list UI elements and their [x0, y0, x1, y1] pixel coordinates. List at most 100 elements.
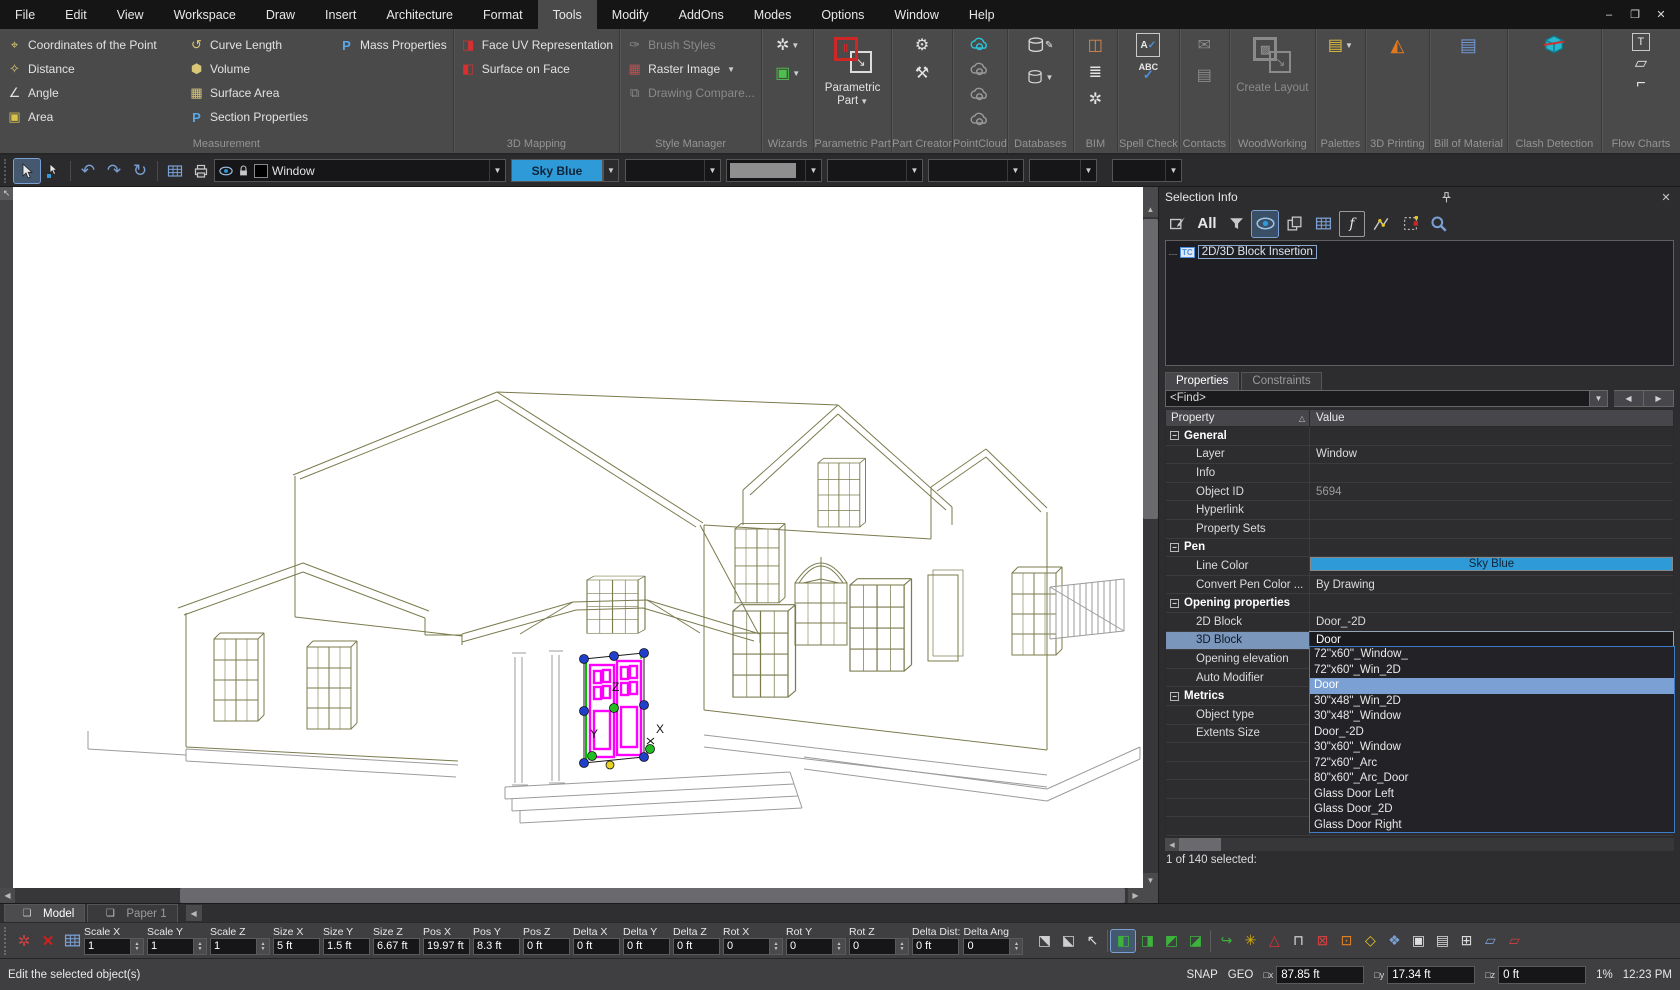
copy-selection-button[interactable] — [1281, 211, 1307, 237]
dropdown-option[interactable]: 30"x48"_Window — [1310, 709, 1674, 725]
coordinate-input[interactable]: 1.5 ft — [323, 938, 370, 955]
ribbon-item[interactable]: PMass Properties — [338, 33, 447, 57]
panel-horizontal-scrollbar[interactable]: ◀ — [1165, 838, 1674, 851]
property-grid-header[interactable]: Property△ Value — [1165, 409, 1674, 427]
selector-grid-button[interactable] — [162, 159, 188, 183]
3d-printing-button[interactable]: ◭ — [1384, 33, 1410, 57]
dropdown-arrow-icon[interactable]: ▼ — [603, 159, 619, 182]
spell-check-button[interactable]: A✓ — [1136, 33, 1160, 57]
panel-scroll-thumb[interactable] — [1179, 838, 1221, 851]
menu-item[interactable]: File — [0, 0, 50, 29]
menu-item[interactable]: Options — [806, 0, 879, 29]
ribbon-item[interactable]: ✧Distance — [6, 57, 178, 81]
sheet-tab[interactable]: ❏Paper 1 — [87, 904, 177, 922]
delete-selection-icon[interactable]: ✕ — [36, 928, 60, 954]
dropdown-option[interactable]: Glass Door_2D — [1310, 802, 1674, 818]
dropdown-arrow-icon[interactable]: ▼ — [1165, 160, 1181, 181]
redo-all-button[interactable]: ↻ — [127, 159, 153, 183]
coordinate-input[interactable]: 5 ft — [273, 938, 320, 955]
dropdown-option[interactable]: 80"x60"_Arc_Door — [1310, 771, 1674, 787]
part-creator-tools-button[interactable]: ⚒ — [909, 61, 935, 85]
edit-entity-button[interactable] — [1165, 211, 1191, 237]
coord-tool-icon[interactable]: ⊠ — [1310, 930, 1334, 952]
tree-item[interactable]: ...... TC 2D/3D Block Insertion — [1168, 245, 1671, 259]
menu-item[interactable]: Modes — [739, 0, 807, 29]
style-combo[interactable]: ▼ — [928, 159, 1024, 182]
canvas-horizontal-scrollbar[interactable]: ◀ ▶ — [0, 888, 1143, 903]
geo-toggle[interactable]: GEO — [1228, 969, 1254, 981]
coordinate-input[interactable]: 0 ft — [912, 938, 959, 955]
dropdown-option[interactable]: 30"x60"_Window — [1310, 740, 1674, 756]
scroll-left-icon[interactable]: ◀ — [1165, 838, 1179, 851]
block-dropdown-list[interactable]: 72''x60''_Window_72"x60"_Win_2DDoor30"x4… — [1309, 646, 1675, 833]
property-row[interactable]: −Pen — [1166, 539, 1673, 558]
coord-tool-icon[interactable]: ⊞ — [1454, 930, 1478, 952]
bill-of-material-button[interactable]: ▤ — [1455, 33, 1481, 57]
coord-tool-icon[interactable]: ↪ — [1214, 930, 1238, 952]
undo-button[interactable]: ↶ — [75, 159, 101, 183]
pin-icon[interactable] — [1440, 191, 1456, 204]
palettes-button[interactable]: ▤▼ — [1327, 33, 1353, 57]
find-prev-icon[interactable]: ◀ — [1614, 390, 1644, 407]
dropdown-option[interactable]: Glass Door Left — [1310, 787, 1674, 803]
dropdown-arrow-icon[interactable]: ▼ — [704, 160, 720, 181]
select-all-button[interactable]: All — [1194, 211, 1220, 237]
database-select-button[interactable]: ▼ — [1027, 65, 1053, 89]
coordinate-input[interactable]: 8.3 ft — [473, 938, 520, 955]
snap-toggle[interactable]: SNAP — [1186, 969, 1217, 981]
coord-tool-icon[interactable]: ◨ — [1135, 930, 1159, 952]
minimize-button[interactable]: – — [1598, 6, 1620, 24]
style-combo[interactable]: ▼ — [625, 159, 721, 182]
ribbon-item[interactable]: ⌖Coordinates of the Point — [6, 33, 178, 57]
coord-tool-icon[interactable] — [1210, 930, 1211, 952]
property-row[interactable]: −Opening properties — [1166, 594, 1673, 613]
selection-frame-button[interactable] — [1397, 211, 1423, 237]
ribbon-item[interactable]: ∠Angle — [6, 81, 178, 105]
property-row[interactable]: −General — [1166, 427, 1673, 446]
spinner-icons[interactable]: ▲▼ — [770, 938, 783, 955]
find-next-icon[interactable]: ▶ — [1644, 390, 1674, 407]
sheet-tab[interactable]: ❏Model — [4, 904, 85, 922]
tab-scroll-left-icon[interactable]: ◀ — [186, 905, 202, 921]
vertical-scroll-thumb[interactable] — [1143, 219, 1158, 519]
flow-connector-button[interactable]: ⌐ — [1628, 75, 1654, 93]
menu-item[interactable]: Insert — [310, 0, 371, 29]
coordinate-input[interactable]: 0 ft — [573, 938, 620, 955]
panel-tab[interactable]: Constraints — [1241, 372, 1321, 390]
coordinate-input[interactable]: 1 — [84, 938, 131, 955]
coord-tool-icon[interactable]: ↖ — [1080, 930, 1104, 952]
dropdown-arrow-icon[interactable]: ▼ — [1007, 160, 1023, 181]
scroll-left-icon[interactable]: ◀ — [0, 888, 15, 903]
modify-wand-icon[interactable]: ✲ — [12, 928, 36, 954]
coordinate-input[interactable]: 0 — [786, 938, 833, 955]
dropdown-arrow-icon[interactable]: ▼ — [1080, 160, 1096, 181]
property-row[interactable]: Info — [1166, 464, 1673, 483]
flow-parallelogram-button[interactable]: ▱ — [1628, 54, 1654, 72]
menu-item[interactable]: View — [102, 0, 159, 29]
dropdown-option[interactable]: 30"x48"_Win_2D — [1310, 694, 1674, 710]
panel-close-icon[interactable]: ✕ — [1658, 191, 1674, 204]
ribbon-item[interactable]: ⧉Drawing Compare... — [626, 81, 755, 105]
spinner-icons[interactable]: ▲▼ — [131, 938, 144, 955]
coord-tool-icon[interactable]: ⊓ — [1286, 930, 1310, 952]
menu-item[interactable]: AddOns — [664, 0, 739, 29]
coord-tool-icon[interactable]: ⬕ — [1056, 930, 1080, 952]
coord-tool-icon[interactable]: ◧ — [1111, 930, 1135, 952]
bim-layout-button[interactable]: ◫ — [1082, 33, 1108, 57]
bim-lines-button[interactable]: ≣ — [1082, 60, 1108, 84]
spinner-icons[interactable]: ▲▼ — [1010, 938, 1023, 955]
ribbon-item[interactable]: ⬢Volume — [188, 57, 328, 81]
canvas-vertical-scrollbar[interactable]: ▲ ▼ — [1143, 187, 1158, 888]
coordinate-input[interactable]: 0 — [849, 938, 896, 955]
pointcloud-convert-button[interactable] — [967, 108, 993, 132]
scroll-down-icon[interactable]: ▼ — [1143, 873, 1158, 888]
property-row[interactable]: Layer Window — [1166, 446, 1673, 465]
dropdown-option[interactable]: Door_-2D — [1310, 725, 1674, 741]
property-row[interactable]: 2D Block Door_-2D — [1166, 613, 1673, 632]
menu-item[interactable]: Format — [468, 0, 538, 29]
dropdown-arrow-icon[interactable]: ▼ — [489, 160, 505, 181]
pointcloud-insert-button[interactable] — [967, 33, 993, 57]
coord-tool-icon[interactable]: ❖ — [1382, 930, 1406, 952]
style-combo[interactable]: ▼ — [1029, 159, 1097, 182]
bim-wand-button[interactable]: ✲ — [1082, 87, 1108, 111]
